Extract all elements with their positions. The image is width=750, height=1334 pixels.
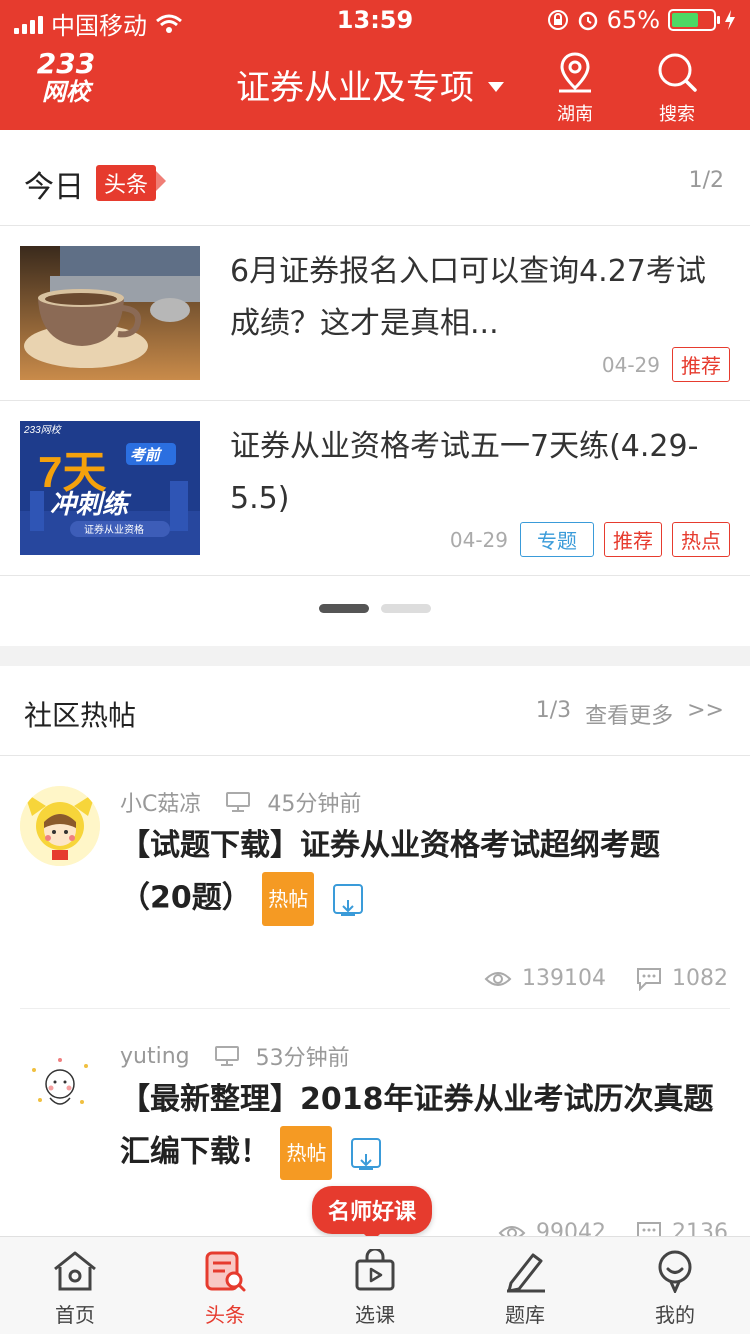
- headlines-icon: [205, 1251, 246, 1292]
- news-meta: 04-29 推荐: [602, 347, 730, 382]
- author-name[interactable]: 小C菇凉: [120, 786, 201, 818]
- today-headlines-section: 今日 头条 1/2 6月证券报名入口可以查询4.27考试成绩？这才是真相... …: [0, 130, 750, 646]
- view-more-link[interactable]: 1/3 查看更多 >>: [536, 698, 724, 730]
- post-time: 45分钟前: [267, 792, 362, 817]
- rotation-lock-icon: [547, 10, 568, 30]
- post-meta: yuting 53分钟前: [120, 1040, 350, 1072]
- view-more-label: 查看更多: [585, 704, 674, 729]
- tag-recommend: 推荐: [604, 522, 662, 557]
- community-page-indicator: 1/3: [535, 698, 572, 723]
- avatar[interactable]: [20, 786, 100, 866]
- bottom-tab-bar: 首页 头条 选课 题库 我的: [0, 1236, 750, 1334]
- promo-bubble[interactable]: 名师好课: [312, 1186, 433, 1242]
- home-icon: [54, 1251, 96, 1291]
- carousel-dot-active[interactable]: [319, 604, 369, 613]
- app-logo[interactable]: 233 网校: [34, 50, 98, 107]
- profile-icon: [658, 1250, 692, 1295]
- news-item[interactable]: 233网校 7天 考前 冲刺练 证券从业资格 证券从业资格考试五一7天练(4.2…: [0, 401, 750, 576]
- app-header: 233 网校 证券从业及专项 湖南 搜索: [0, 40, 750, 130]
- news-thumbnail-coffee: [20, 246, 200, 380]
- tag-topic: 专题: [520, 522, 594, 557]
- post-title: 【最新整理】2018年证券从业考试历次真题汇编下载！ 热帖: [120, 1074, 730, 1180]
- eye-icon: [484, 971, 512, 986]
- svg-text:233网校: 233网校: [23, 424, 63, 436]
- headline-tag: 头条: [96, 165, 167, 201]
- author-name[interactable]: yuting: [120, 1044, 190, 1069]
- battery-percent: 65%: [606, 6, 660, 34]
- post-title: 【试题下载】证券从业资格考试超纲考题（20题） 热帖: [120, 820, 730, 926]
- search-button[interactable]: 搜索: [642, 50, 712, 126]
- status-bar: 中国移动 13:59 65%: [0, 0, 750, 40]
- news-item[interactable]: 6月证券报名入口可以查询4.27考试成绩？这才是真相... 04-29 推荐: [0, 226, 750, 401]
- download-icon: [350, 1138, 381, 1170]
- desktop-icon: [214, 1046, 239, 1066]
- news-title: 证券从业资格考试五一7天练(4.29-5.5): [230, 429, 699, 516]
- avatar[interactable]: [20, 1040, 100, 1120]
- tag-recommend: 推荐: [672, 347, 730, 382]
- tab-profile[interactable]: 我的: [600, 1237, 750, 1334]
- tab-label: 选课: [355, 1303, 395, 1327]
- svg-text:证券从业资格: 证券从业资格: [84, 523, 144, 536]
- tag-hot: 热点: [672, 522, 730, 557]
- desktop-icon: [226, 792, 251, 812]
- page-indicator: 1/2: [688, 168, 724, 193]
- tab-headlines[interactable]: 头条: [150, 1237, 300, 1334]
- status-right: 65%: [547, 6, 736, 34]
- location-pin-icon: [559, 52, 591, 93]
- post-title-text: 【试题下载】证券从业资格考试超纲考题（20题）: [120, 828, 660, 916]
- news-meta: 04-29 专题 推荐 热点: [450, 522, 730, 557]
- carousel-dot[interactable]: [381, 604, 431, 613]
- post-meta: 小C菇凉 45分钟前: [120, 786, 361, 818]
- carousel-dots[interactable]: [0, 604, 750, 613]
- view-count: 139104: [522, 966, 606, 991]
- news-date: 04-29: [449, 527, 508, 552]
- news-title: 6月证券报名入口可以查询4.27考试成绩？这才是真相...: [230, 254, 706, 341]
- tab-question-bank[interactable]: 题库: [450, 1237, 600, 1334]
- tab-label: 题库: [505, 1303, 545, 1327]
- today-title: 今日: [24, 170, 84, 205]
- shopping-bag-play-icon: [355, 1247, 395, 1291]
- tab-label: 我的: [655, 1303, 695, 1327]
- battery-icon: [668, 9, 720, 31]
- post-title-text: 【最新整理】2018年证券从业考试历次真题汇编下载！: [120, 1082, 714, 1170]
- pencil-icon: [507, 1253, 545, 1293]
- double-arrow-icon: >>: [687, 698, 724, 723]
- svg-text:冲刺练: 冲刺练: [50, 490, 132, 520]
- news-date: 04-29: [601, 352, 660, 377]
- tab-courses[interactable]: 选课: [300, 1237, 450, 1334]
- post-time: 53分钟前: [255, 1046, 350, 1071]
- hot-post-badge: 热帖: [280, 1126, 333, 1180]
- today-header: 今日 头条 1/2: [0, 130, 750, 226]
- news-thumbnail-sprint: 233网校 7天 考前 冲刺练 证券从业资格: [20, 421, 200, 555]
- community-header: 社区热帖 1/3 查看更多 >>: [0, 666, 750, 756]
- post-stats: 139104 1082: [484, 966, 728, 991]
- hot-post-badge: 热帖: [262, 872, 315, 926]
- comment-count: 1082: [672, 966, 728, 991]
- chevron-down-icon: [488, 81, 504, 92]
- comment-icon: [637, 967, 661, 991]
- location-label: 湖南: [557, 104, 593, 125]
- category-title: 证券从业及专项: [236, 68, 474, 108]
- alarm-icon: [578, 11, 597, 31]
- tab-label: 首页: [55, 1303, 95, 1327]
- charging-icon: [725, 10, 735, 30]
- tab-home[interactable]: 首页: [0, 1237, 150, 1334]
- category-selector[interactable]: 证券从业及专项: [236, 60, 504, 109]
- tab-label: 头条: [205, 1303, 245, 1327]
- post-divider: [20, 1008, 730, 1009]
- search-icon: [658, 53, 697, 92]
- community-post[interactable]: 小C菇凉 45分钟前 【试题下载】证券从业资格考试超纲考题（20题） 热帖 13…: [0, 786, 750, 1012]
- community-title: 社区热帖: [24, 699, 137, 732]
- download-icon: [332, 884, 363, 916]
- svg-text:考前: 考前: [130, 446, 163, 464]
- search-label: 搜索: [659, 104, 695, 125]
- location-button[interactable]: 湖南: [540, 50, 610, 126]
